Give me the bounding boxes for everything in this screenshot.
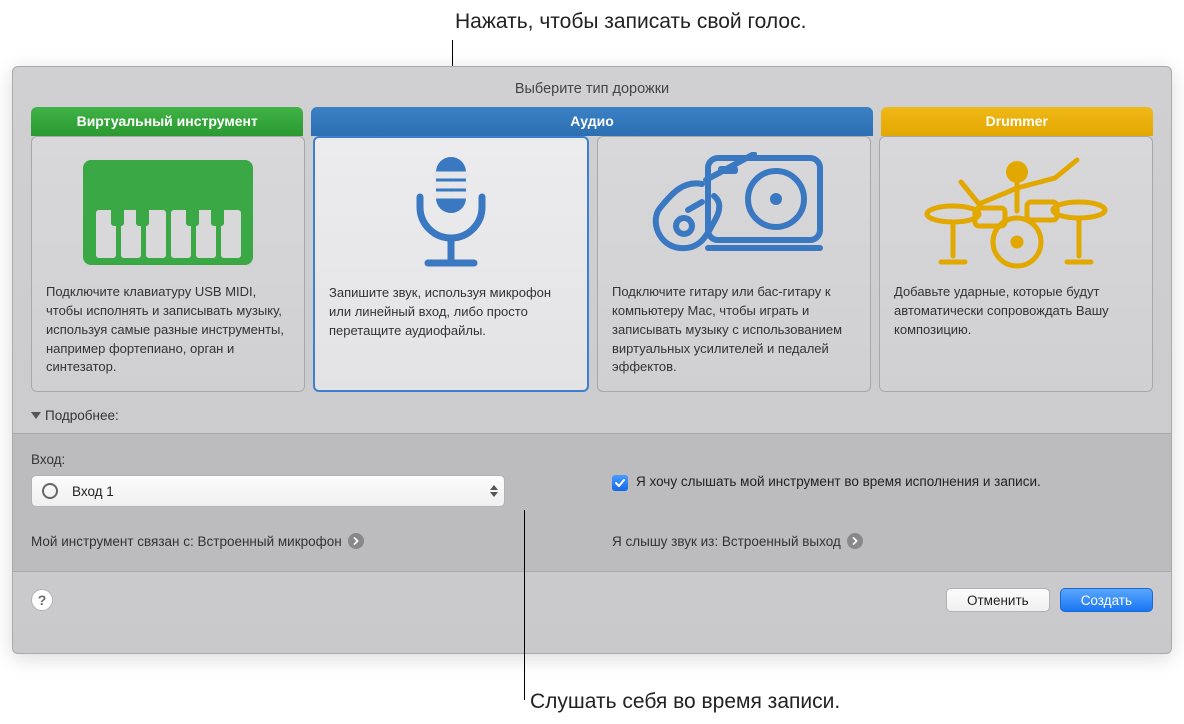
tab-audio[interactable]: Аудио [311,107,872,136]
card-desc: Запишите звук, используя микрофон или ли… [329,278,573,341]
tab-software-instrument[interactable]: Виртуальный инструмент [31,107,303,136]
cancel-button[interactable]: Отменить [946,588,1050,612]
guitar-amp-icon [612,147,856,277]
details-disclosure[interactable]: Подробнее: [13,404,1171,433]
card-software-instrument[interactable]: Подключите клавиатуру USB MIDI, чтобы ис… [31,136,305,392]
microphone-icon [329,148,573,278]
track-type-tabs: Виртуальный инструмент Аудио Drummer [13,107,1171,136]
help-button[interactable]: ? [31,589,53,611]
track-type-cards: Подключите клавиатуру USB MIDI, чтобы ис… [13,136,1171,404]
callout-bottom: Слушать себя во время записи. [530,690,840,714]
card-desc: Подключите клавиатуру USB MIDI, чтобы ис… [46,277,290,377]
monitor-checkbox[interactable] [612,475,628,491]
details-label: Подробнее: [45,408,119,423]
card-audio-mic[interactable]: Запишите звук, используя микрофон или ли… [313,136,589,392]
dialog-footer: ? Отменить Создать [13,572,1171,612]
tab-drummer[interactable]: Drummer [881,107,1153,136]
callout-top: Нажать, чтобы записать свой голос. [455,10,806,34]
dialog-title: Выберите тип дорожки [13,67,1171,107]
callout-line [524,510,525,700]
output-device-button[interactable] [847,533,863,549]
new-track-dialog: Выберите тип дорожки Виртуальный инструм… [12,66,1172,654]
disclosure-triangle-icon [31,412,41,419]
input-value: Вход 1 [72,484,114,499]
details-panel: Вход: Вход 1 Мой инструмент связан с: Вс… [13,433,1171,572]
select-arrows-icon [490,485,498,497]
input-select[interactable]: Вход 1 [31,475,505,507]
card-drummer[interactable]: Добавьте ударные, которые будут автомати… [879,136,1153,392]
card-audio-guitar[interactable]: Подключите гитару или бас-гитару к компь… [597,136,871,392]
input-device-label: Мой инструмент связан с: Встроенный микр… [31,534,342,549]
input-label: Вход: [31,452,572,467]
input-channel-icon [42,483,58,499]
monitor-label: Я хочу слышать мой инструмент во время и… [636,474,1041,489]
create-button[interactable]: Создать [1060,588,1153,612]
card-desc: Подключите гитару или бас-гитару к компь… [612,277,856,377]
drummer-icon [894,147,1138,277]
input-device-button[interactable] [348,533,364,549]
card-desc: Добавьте ударные, которые будут автомати… [894,277,1138,340]
output-device-label: Я слышу звук из: Встроенный выход [612,534,841,549]
keyboard-icon [46,147,290,277]
